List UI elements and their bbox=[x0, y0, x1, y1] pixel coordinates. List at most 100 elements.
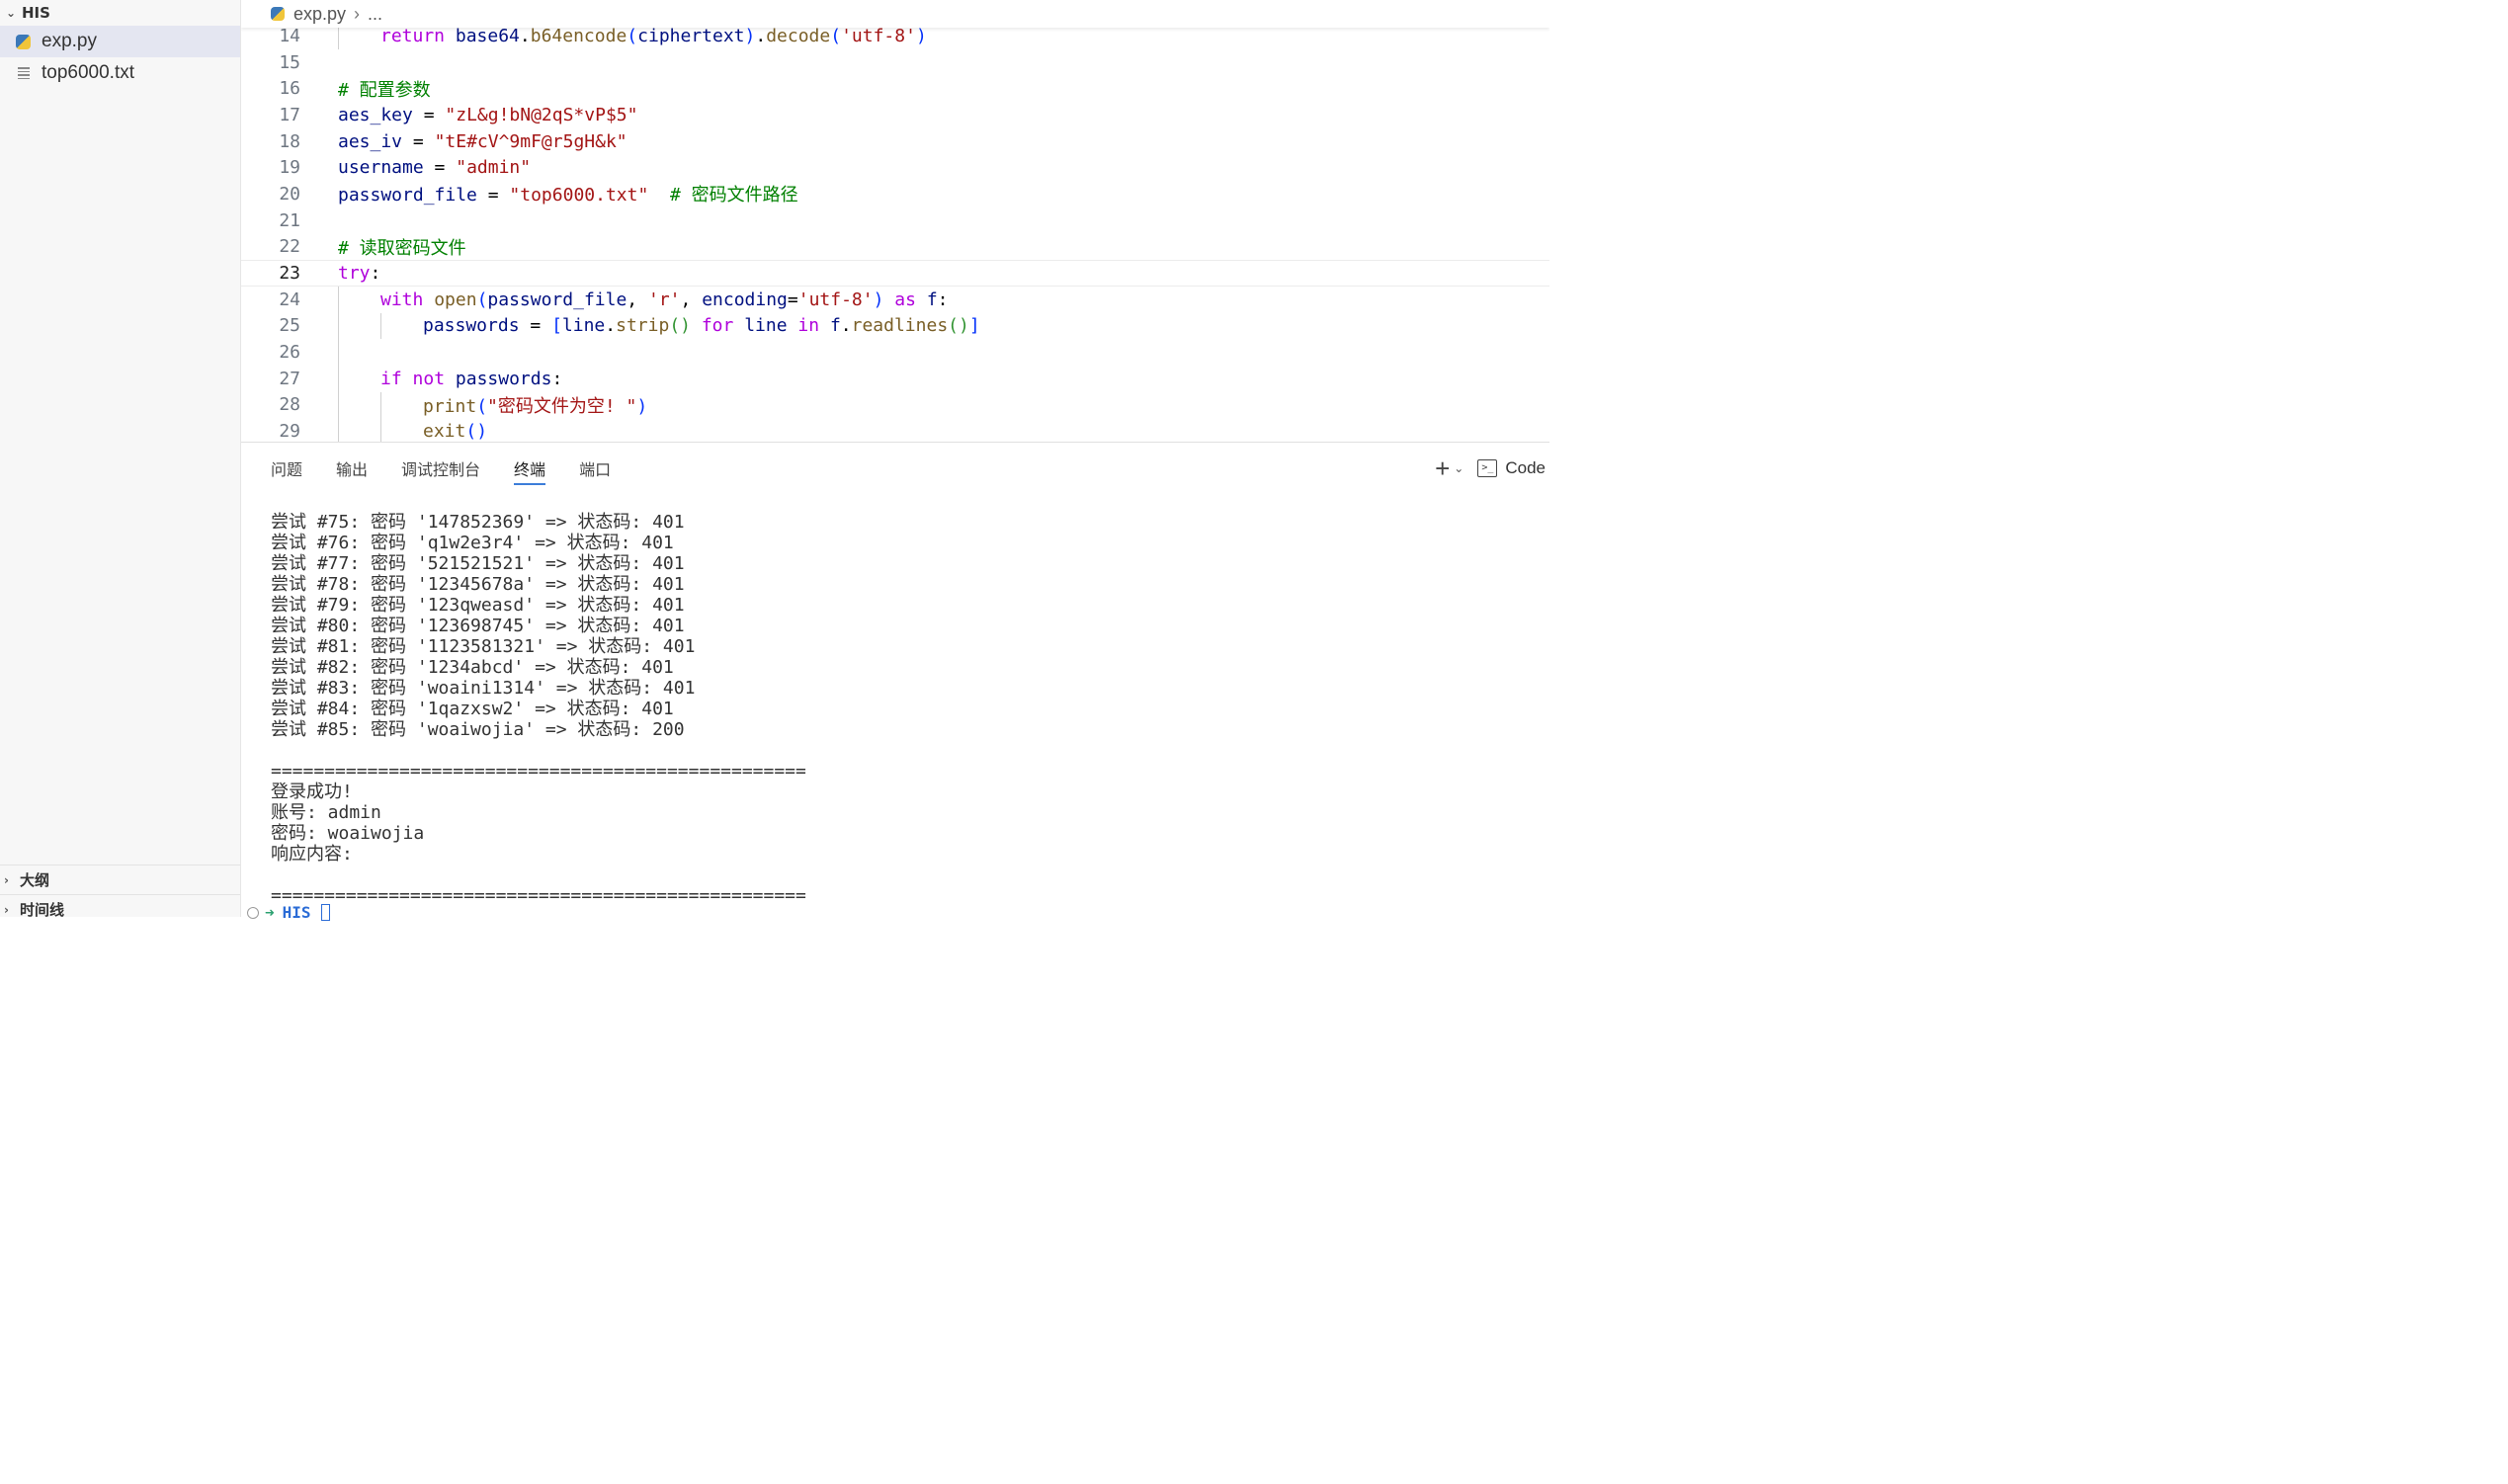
timeline-title: 时间线 bbox=[20, 901, 65, 919]
code-line[interactable]: 23 try: bbox=[241, 260, 1549, 287]
file-item-exp-py[interactable]: exp.py bbox=[0, 26, 240, 57]
chevron-down-icon: ⌄ bbox=[6, 6, 17, 20]
file-name: top6000.txt bbox=[42, 62, 135, 83]
line-number: 22 bbox=[279, 236, 300, 258]
line-number: 19 bbox=[279, 157, 300, 179]
explorer-sidebar: ⌄ HIS exp.py top6000.txt › 大纲 › 时间线 bbox=[0, 0, 241, 919]
line-number: 23 bbox=[279, 263, 300, 285]
terminal-line: 尝试 #78: 密码 '12345678a' => 状态码: 401 bbox=[271, 574, 685, 595]
terminal-line: 尝试 #85: 密码 'woaiwojia' => 状态码: 200 bbox=[271, 719, 685, 740]
code-line[interactable]: 28 print("密码文件为空! ") bbox=[241, 391, 1549, 419]
code-text: if not passwords: bbox=[380, 368, 563, 389]
terminal-line: 登录成功! bbox=[271, 782, 353, 802]
line-number: 18 bbox=[279, 130, 300, 152]
tab-3[interactable]: 终端 bbox=[514, 443, 546, 494]
terminal-output[interactable]: 尝试 #75: 密码 '147852369' => 状态码: 401 尝试 #76… bbox=[271, 512, 1549, 906]
terminal-line: 尝试 #79: 密码 '123qweasd' => 状态码: 401 bbox=[271, 595, 685, 616]
code-line[interactable]: 29 exit() bbox=[241, 418, 1549, 442]
terminal-name[interactable]: Code bbox=[1505, 458, 1546, 478]
code-text: aes_key = "zL&g!bN@2qS*vP$5" bbox=[338, 104, 638, 125]
code-line[interactable]: 25 passwords = [line.strip() for line in … bbox=[241, 312, 1549, 340]
code-text: # 读取密码文件 bbox=[338, 237, 466, 259]
terminal-line: 尝试 #75: 密码 '147852369' => 状态码: 401 bbox=[271, 512, 685, 533]
terminal-line: ========================================… bbox=[271, 885, 806, 906]
tab-1[interactable]: 输出 bbox=[336, 443, 368, 494]
prompt-arrow-icon: ➜ bbox=[265, 903, 275, 922]
code-text: return base64.b64encode(ciphertext).deco… bbox=[380, 25, 927, 46]
outline-section-header[interactable]: › 大纲 bbox=[0, 865, 240, 894]
python-file-icon bbox=[16, 34, 42, 49]
file-item-top6000-txt[interactable]: top6000.txt bbox=[0, 57, 240, 89]
text-file-icon bbox=[16, 66, 42, 80]
code-line[interactable]: 24 with open(password_file, 'r', encoding… bbox=[241, 286, 1549, 313]
status-circle-icon bbox=[247, 906, 259, 919]
line-number: 21 bbox=[279, 209, 300, 231]
timeline-section-header[interactable]: › 时间线 bbox=[0, 894, 240, 924]
indent-guide bbox=[380, 391, 381, 419]
code-line[interactable]: 15 bbox=[241, 49, 1549, 76]
code-line[interactable]: 18 aes_iv = "tE#cV^9mF@r5gH&k" bbox=[241, 128, 1549, 155]
breadcrumb: exp.py › ... bbox=[241, 0, 1549, 28]
code-line[interactable]: 16 # 配置参数 bbox=[241, 75, 1549, 102]
indent-guide bbox=[380, 418, 381, 442]
code-text: passwords = [line.strip() for line in f.… bbox=[423, 315, 980, 337]
code-line[interactable]: 17 aes_key = "zL&g!bN@2qS*vP$5" bbox=[241, 102, 1549, 128]
prompt-directory: HIS bbox=[282, 903, 311, 922]
chevron-right-icon: › bbox=[4, 902, 9, 917]
tab-0[interactable]: 问题 bbox=[271, 443, 302, 494]
bottom-panel: 问题 输出 调试控制台 终端 端口 + ⌄ >_ Code 尝试 #75: 密码 '14… bbox=[241, 442, 1549, 922]
line-number: 16 bbox=[279, 78, 300, 100]
code-text: # 配置参数 bbox=[338, 79, 431, 101]
code-line[interactable]: 26 bbox=[241, 339, 1549, 366]
explorer-section-header[interactable]: ⌄ HIS bbox=[0, 0, 240, 26]
code-lines[interactable]: 14 return base64.b64encode(ciphertext).de… bbox=[241, 23, 1549, 442]
indent-guide bbox=[338, 418, 339, 442]
breadcrumb-file[interactable]: exp.py bbox=[293, 4, 346, 25]
explorer-section-title: HIS bbox=[22, 4, 50, 22]
breadcrumb-more[interactable]: ... bbox=[368, 4, 382, 25]
panel-tabs: 问题 输出 调试控制台 终端 端口 bbox=[241, 443, 1549, 494]
terminal-icon[interactable]: >_ bbox=[1477, 459, 1498, 477]
code-line[interactable]: 27 if not passwords: bbox=[241, 365, 1549, 392]
tab-2[interactable]: 调试控制台 bbox=[401, 443, 480, 494]
panel-actions: + ⌄ >_ Code bbox=[1435, 443, 1546, 494]
line-number: 25 bbox=[279, 315, 300, 337]
line-number: 20 bbox=[279, 183, 300, 205]
line-number: 14 bbox=[279, 25, 300, 46]
indent-guide bbox=[338, 286, 339, 313]
terminal-line: 响应内容: bbox=[271, 844, 353, 865]
terminal-line: 尝试 #81: 密码 '1123581321' => 状态码: 401 bbox=[271, 636, 696, 657]
terminal-line: 尝试 #76: 密码 'q1w2e3r4' => 状态码: 401 bbox=[271, 533, 674, 553]
code-text: username = "admin" bbox=[338, 157, 532, 179]
tab-4[interactable]: 端口 bbox=[579, 443, 611, 494]
file-name: exp.py bbox=[42, 31, 97, 51]
code-text: try: bbox=[338, 263, 381, 285]
terminal-prompt[interactable]: ➜ HIS bbox=[247, 903, 330, 922]
line-number: 17 bbox=[279, 104, 300, 125]
indent-guide bbox=[338, 339, 339, 366]
terminal-line: ========================================… bbox=[271, 761, 806, 782]
code-editor[interactable]: exp.py › ... 14 return base64.b64encode(c… bbox=[241, 0, 1549, 442]
code-line[interactable]: 20 password_file = "top6000.txt" # 密码文件路径 bbox=[241, 181, 1549, 207]
terminal-cursor bbox=[320, 904, 330, 921]
python-file-icon bbox=[271, 7, 285, 21]
terminal-line: 尝试 #80: 密码 '123698745' => 状态码: 401 bbox=[271, 616, 685, 636]
line-number: 15 bbox=[279, 51, 300, 73]
terminal-line: 密码: woaiwojia bbox=[271, 823, 425, 844]
chevron-down-icon[interactable]: ⌄ bbox=[1454, 461, 1463, 475]
terminal-line: 尝试 #77: 密码 '521521521' => 状态码: 401 bbox=[271, 553, 685, 574]
code-line[interactable]: 22 # 读取密码文件 bbox=[241, 234, 1549, 261]
plus-icon[interactable]: + bbox=[1435, 455, 1450, 481]
code-line[interactable]: 19 username = "admin" bbox=[241, 154, 1549, 181]
code-text: aes_iv = "tE#cV^9mF@r5gH&k" bbox=[338, 130, 627, 152]
terminal-line: 尝试 #82: 密码 '1234abcd' => 状态码: 401 bbox=[271, 657, 674, 678]
indent-guide bbox=[338, 391, 339, 419]
code-text: exit() bbox=[423, 421, 488, 442]
indent-guide bbox=[380, 312, 381, 340]
indent-guide bbox=[338, 312, 339, 340]
code-text: print("密码文件为空! ") bbox=[423, 395, 648, 417]
terminal-line: 尝试 #83: 密码 'woaini1314' => 状态码: 401 bbox=[271, 678, 696, 699]
code-line[interactable]: 21 bbox=[241, 207, 1549, 234]
